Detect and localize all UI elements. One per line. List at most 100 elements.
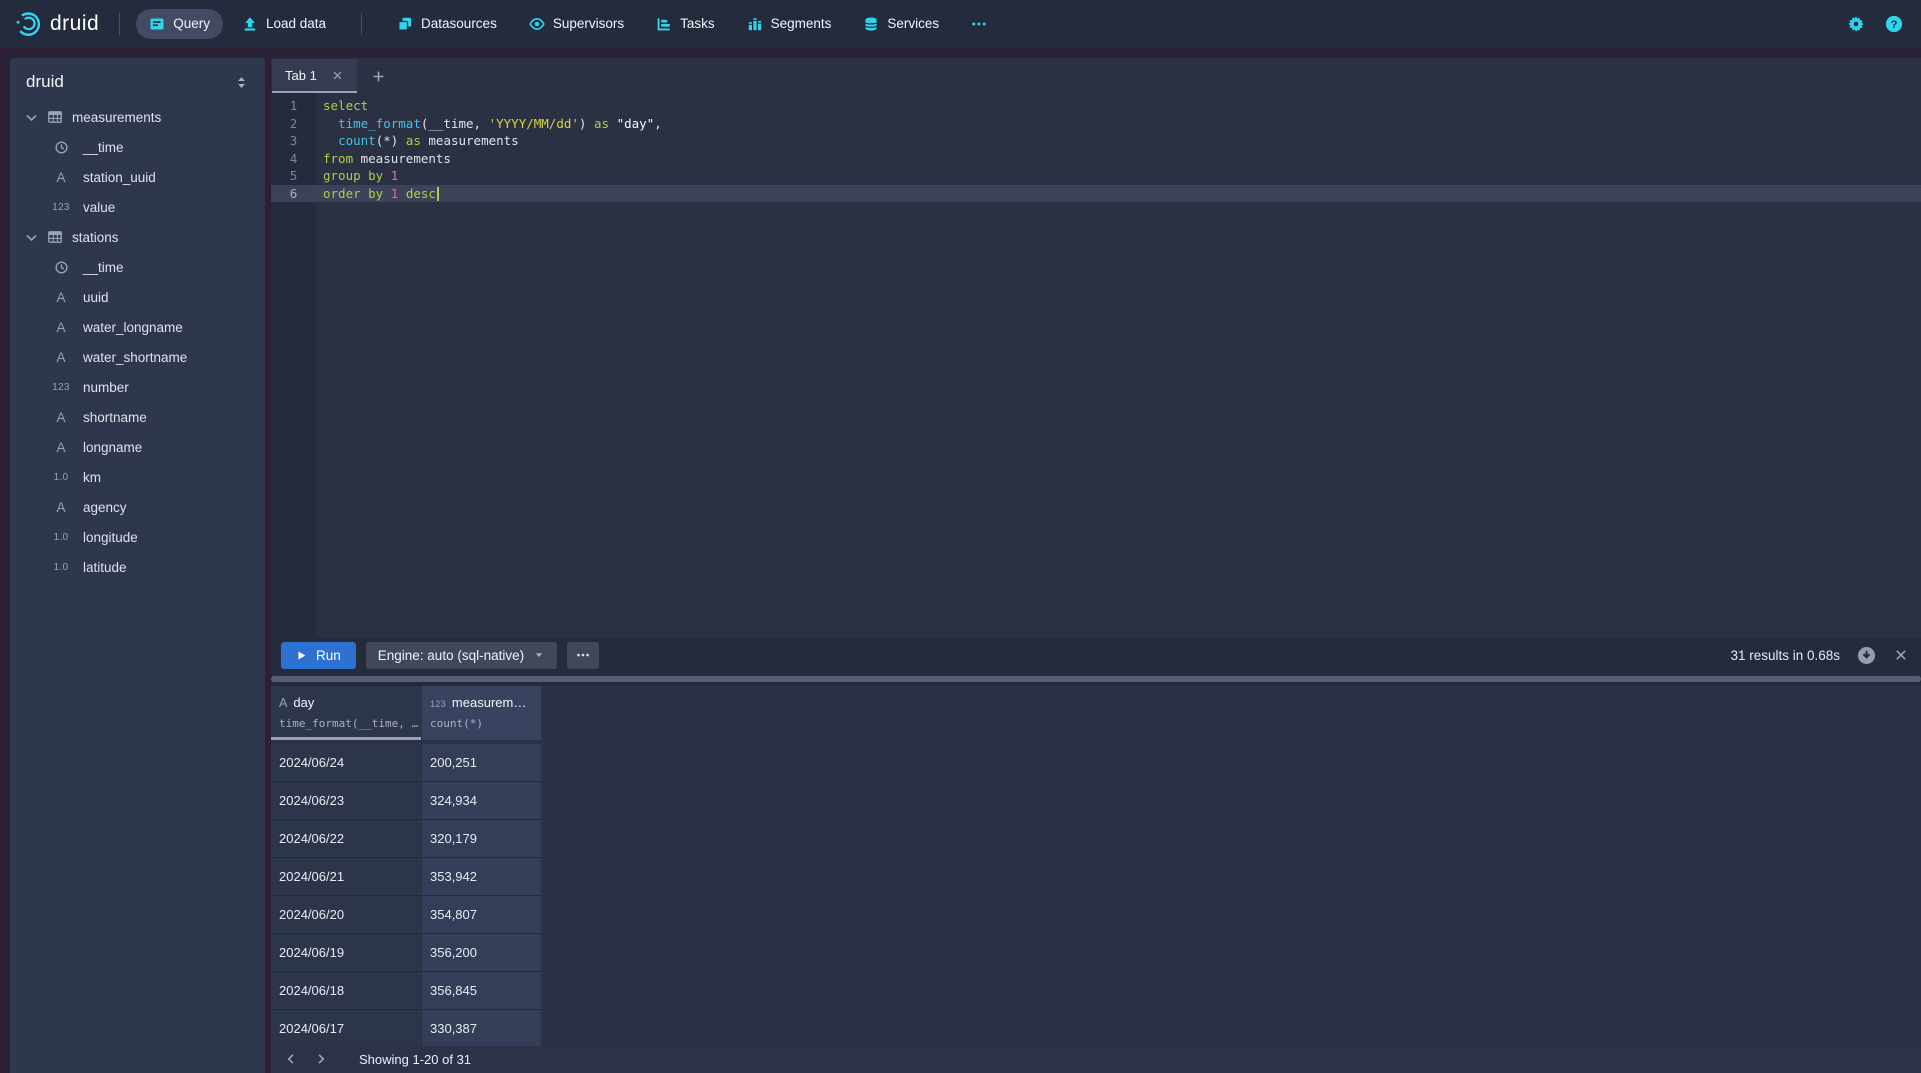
nav-item-datasources[interactable]: Datasources xyxy=(384,9,510,39)
nav-item-services[interactable]: Services xyxy=(850,9,952,39)
column-name: longitude xyxy=(83,530,138,545)
code-text: select xyxy=(316,97,368,115)
column-row-time[interactable]: __time xyxy=(10,252,265,282)
column-name: water_shortname xyxy=(83,350,187,365)
tab-close-icon[interactable] xyxy=(331,69,344,82)
column-label: measurem… xyxy=(452,695,526,710)
schema-selector[interactable]: druid xyxy=(10,58,265,102)
code-text: count(*) as measurements xyxy=(316,132,519,150)
prev-page-button[interactable] xyxy=(281,1049,303,1071)
gear-icon[interactable] xyxy=(1847,15,1865,33)
results-close-icon[interactable] xyxy=(1893,647,1909,663)
column-row-latitude[interactable]: 1.0latitude xyxy=(10,552,265,582)
clock-icon xyxy=(47,260,75,275)
help-icon[interactable]: ? xyxy=(1885,15,1903,33)
column-header-measurem[interactable]: 123 measurem… count(*) xyxy=(422,686,541,740)
sql-editor[interactable]: 1select2 time_format(__time, 'YYYY/MM/dd… xyxy=(271,93,1921,638)
editor-line-1: 1select xyxy=(271,97,1921,115)
scrollbar-thumb[interactable] xyxy=(271,676,1921,682)
query-panel: Tab 1 1select2 time_format(__time, 'YYYY… xyxy=(271,58,1921,1073)
schema-tree: measurements__timeAstation_uuid123values… xyxy=(10,102,265,582)
results-header: Adaytime_format(__time, …123measurem…cou… xyxy=(271,686,1921,740)
column-name: latitude xyxy=(83,560,127,575)
column-row-time[interactable]: __time xyxy=(10,132,265,162)
column-name: agency xyxy=(83,500,127,515)
string-type-icon: A xyxy=(47,500,75,515)
editor-line-5: 5group by 1 xyxy=(271,167,1921,185)
column-expression: count(*) xyxy=(430,717,541,730)
number-type-icon: 123 xyxy=(47,382,75,393)
nav-item-query[interactable]: Query xyxy=(136,9,223,39)
top-nav: druid QueryLoad data Datasources Superviso… xyxy=(0,0,1921,47)
table-cell: 330,387 xyxy=(422,1010,541,1046)
nav-more-button[interactable] xyxy=(958,9,1000,39)
column-row-water-shortname[interactable]: Awater_shortname xyxy=(10,342,265,372)
load-data-icon xyxy=(242,16,258,32)
nav-item-segments[interactable]: Segments xyxy=(734,9,845,39)
column-row-longitude[interactable]: 1.0longitude xyxy=(10,522,265,552)
tasks-icon xyxy=(656,16,672,32)
nav-item-label: Datasources xyxy=(421,16,497,31)
editor-line-4: 4from measurements xyxy=(271,150,1921,168)
string-type-icon: A xyxy=(47,290,75,305)
string-type-icon: A xyxy=(47,440,75,455)
column-name: longname xyxy=(83,440,142,455)
column-row-km[interactable]: 1.0km xyxy=(10,462,265,492)
double-caret-icon[interactable] xyxy=(234,75,249,90)
chevron-left-icon xyxy=(284,1052,300,1068)
column-row-longname[interactable]: Alongname xyxy=(10,432,265,462)
column-label: day xyxy=(293,695,314,710)
engine-select[interactable]: Engine: auto (sql-native) xyxy=(366,642,557,669)
tab-label: Tab 1 xyxy=(285,68,317,83)
column-name: km xyxy=(83,470,101,485)
column-row-agency[interactable]: Aagency xyxy=(10,492,265,522)
table-cell: 2024/06/19 xyxy=(271,934,421,972)
column-row-station-uuid[interactable]: Astation_uuid xyxy=(10,162,265,192)
column-row-value[interactable]: 123value xyxy=(10,192,265,222)
segments-icon xyxy=(747,16,763,32)
results-table: Adaytime_format(__time, …123measurem…cou… xyxy=(271,686,1921,1046)
nav-item-tasks[interactable]: Tasks xyxy=(643,9,728,39)
column-header-day[interactable]: Adaytime_format(__time, … xyxy=(271,686,421,740)
table-cell: 2024/06/18 xyxy=(271,972,421,1010)
column-row-shortname[interactable]: Ashortname xyxy=(10,402,265,432)
table-row: 2024/06/22320,179 xyxy=(271,820,1921,858)
table-cell: 356,845 xyxy=(422,972,541,1010)
table-row-stations[interactable]: stations xyxy=(10,222,265,252)
app-logo[interactable]: druid xyxy=(14,10,99,37)
chevron-down-icon[interactable] xyxy=(24,110,39,125)
table-cell: 2024/06/24 xyxy=(271,744,421,782)
run-bar: Run Engine: auto (sql-native) 31 results… xyxy=(271,638,1921,672)
nav-item-label: Supervisors xyxy=(553,16,624,31)
column-row-water-longname[interactable]: Awater_longname xyxy=(10,312,265,342)
engine-label: Engine: auto (sql-native) xyxy=(378,648,524,663)
new-tab-icon[interactable] xyxy=(371,69,386,84)
column-name: value xyxy=(83,200,115,215)
line-number: 5 xyxy=(271,167,316,185)
table-row-measurements[interactable]: measurements xyxy=(10,102,265,132)
line-number: 4 xyxy=(271,150,316,168)
table-cell: 320,179 xyxy=(422,820,541,858)
column-row-uuid[interactable]: Auuid xyxy=(10,282,265,312)
tab-1[interactable]: Tab 1 xyxy=(272,59,357,93)
query-more-button[interactable] xyxy=(567,642,599,669)
nav-item-label: Segments xyxy=(771,16,832,31)
table-cell: 353,942 xyxy=(422,858,541,896)
run-button[interactable]: Run xyxy=(281,642,356,669)
nav-item-load-data[interactable]: Load data xyxy=(229,9,339,39)
nav-item-supervisors[interactable]: Supervisors xyxy=(516,9,637,39)
column-row-number[interactable]: 123number xyxy=(10,372,265,402)
column-name: __time xyxy=(83,140,124,155)
download-icon[interactable] xyxy=(1857,646,1876,665)
number-type-icon: 123 xyxy=(430,699,446,709)
nav-item-label: Services xyxy=(887,16,939,31)
string-type-icon: A xyxy=(47,410,75,425)
editor-line-2: 2 time_format(__time, 'YYYY/MM/dd') as "… xyxy=(271,115,1921,133)
next-page-button[interactable] xyxy=(311,1049,333,1071)
chevron-down-icon[interactable] xyxy=(24,230,39,245)
table-icon xyxy=(47,109,63,125)
column-expression: time_format(__time, … xyxy=(279,717,421,730)
column-name: water_longname xyxy=(83,320,183,335)
schema-name: druid xyxy=(26,72,64,92)
code-text: group by 1 xyxy=(316,167,398,185)
